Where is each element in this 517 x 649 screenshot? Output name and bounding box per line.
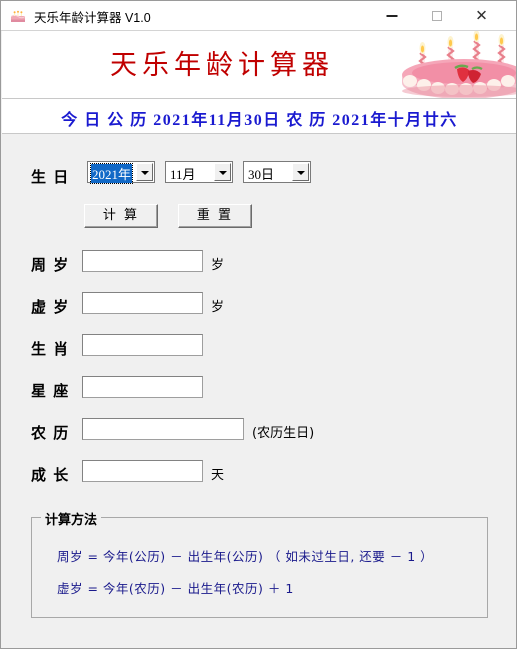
app-banner: 天乐年龄计算器 [2, 31, 516, 99]
today-date-bar: 今 日 公 历 2021年11月30日 农 历 2021年十月廿六 [2, 99, 516, 134]
field-input-5[interactable] [82, 460, 203, 482]
field-label-1: 虚 岁 [31, 298, 70, 316]
app-title: 天乐年龄计算器 [110, 50, 334, 80]
field-suffix-1: 岁 [211, 300, 225, 315]
cake-icon [11, 10, 25, 22]
field-suffix-4: (农历生日) [252, 426, 315, 441]
reset-button[interactable]: 重 置 [178, 204, 252, 228]
minimize-icon [386, 14, 397, 17]
field-input-2[interactable] [82, 334, 203, 356]
chevron-down-icon[interactable] [214, 163, 231, 181]
field-input-4[interactable] [82, 418, 244, 440]
minimize-button[interactable] [369, 1, 414, 30]
chevron-down-icon[interactable] [292, 163, 309, 181]
close-icon: ✕ [475, 7, 488, 24]
maximize-button[interactable] [414, 1, 459, 30]
birth-month-select[interactable]: 11月 [165, 161, 233, 183]
calculate-button[interactable]: 计 算 [84, 204, 158, 228]
field-label-2: 生 肖 [31, 340, 70, 358]
window-title: 天乐年龄计算器 V1.0 [34, 11, 151, 25]
field-label-3: 星 座 [31, 382, 70, 400]
close-button[interactable]: ✕ [459, 1, 504, 30]
field-input-3[interactable] [82, 376, 203, 398]
birth-day-select[interactable]: 30日 [243, 161, 311, 183]
formula-line-2: 虚岁 = 今年(农历) － 出生年(农历) ＋ 1 [57, 581, 294, 596]
field-label-4: 农 历 [31, 424, 70, 442]
birthday-label: 生 日 [31, 168, 70, 186]
title-bar: 天乐年龄计算器 V1.0 ✕ [1, 1, 516, 31]
field-label-5: 成 长 [31, 466, 70, 484]
field-suffix-0: 岁 [211, 258, 225, 273]
today-date-text: 今 日 公 历 2021年11月30日 农 历 2021年十月廿六 [61, 112, 458, 129]
field-label-0: 周 岁 [31, 256, 70, 274]
field-suffix-5: 天 [211, 468, 225, 483]
formula-line-1: 周岁 = 今年(公历) － 出生年(公历) （ 如未过生日, 还要 － 1 ） [57, 549, 434, 564]
birth-month-value: 11月 [170, 167, 196, 182]
birth-year-value: 2021年 [89, 163, 134, 184]
birthday-cake-image [400, 31, 516, 98]
field-input-1[interactable] [82, 292, 203, 314]
calculation-method-title: 计算方法 [41, 509, 102, 528]
chevron-down-icon[interactable] [136, 163, 153, 181]
calculation-method-group: 计算方法 周岁 = 今年(公历) － 出生年(公历) （ 如未过生日, 还要 －… [31, 509, 488, 618]
maximize-icon [431, 10, 442, 21]
birth-day-value: 30日 [248, 167, 275, 182]
form-area: 生 日 2021年 11月 30日 计 算 重 置 周 岁 岁 虚 岁 岁 生 … [2, 134, 516, 648]
field-input-0[interactable] [82, 250, 203, 272]
age-calculator-window: 天乐年龄计算器 V1.0 ✕ 天乐年龄计算器 今 日 公 历 2021年11月3… [0, 0, 517, 649]
birth-year-select[interactable]: 2021年 [87, 161, 155, 184]
